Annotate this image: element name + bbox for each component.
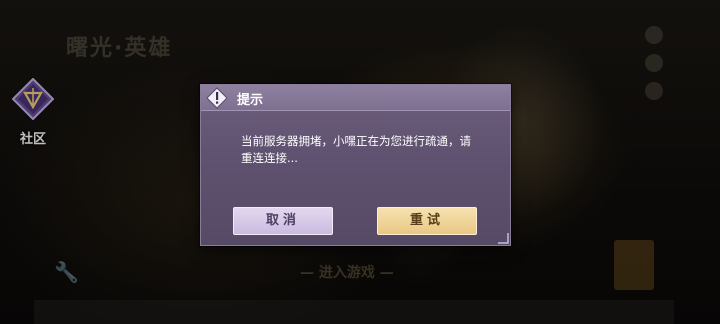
retry-button[interactable]: 重试 — [377, 207, 477, 235]
cancel-button[interactable]: 取消 — [233, 207, 333, 235]
dialog-title: 提示 — [237, 93, 264, 108]
dialog-header: 提示 — [201, 85, 510, 111]
corner-ornament-icon — [498, 233, 509, 244]
dialog-message: 当前服务器拥堵，小嘿正在为您进行疏通，请重连连接... — [241, 134, 471, 165]
warning-icon — [206, 87, 228, 109]
game-screen: 曙光·英雄 🔧 — 进入游戏 — 社区 提示 当前服务器拥堵，小嘿正在为您进行疏… — [0, 0, 720, 324]
alert-dialog: 提示 当前服务器拥堵，小嘿正在为您进行疏通，请重连连接... 取消 重试 — [200, 84, 511, 246]
